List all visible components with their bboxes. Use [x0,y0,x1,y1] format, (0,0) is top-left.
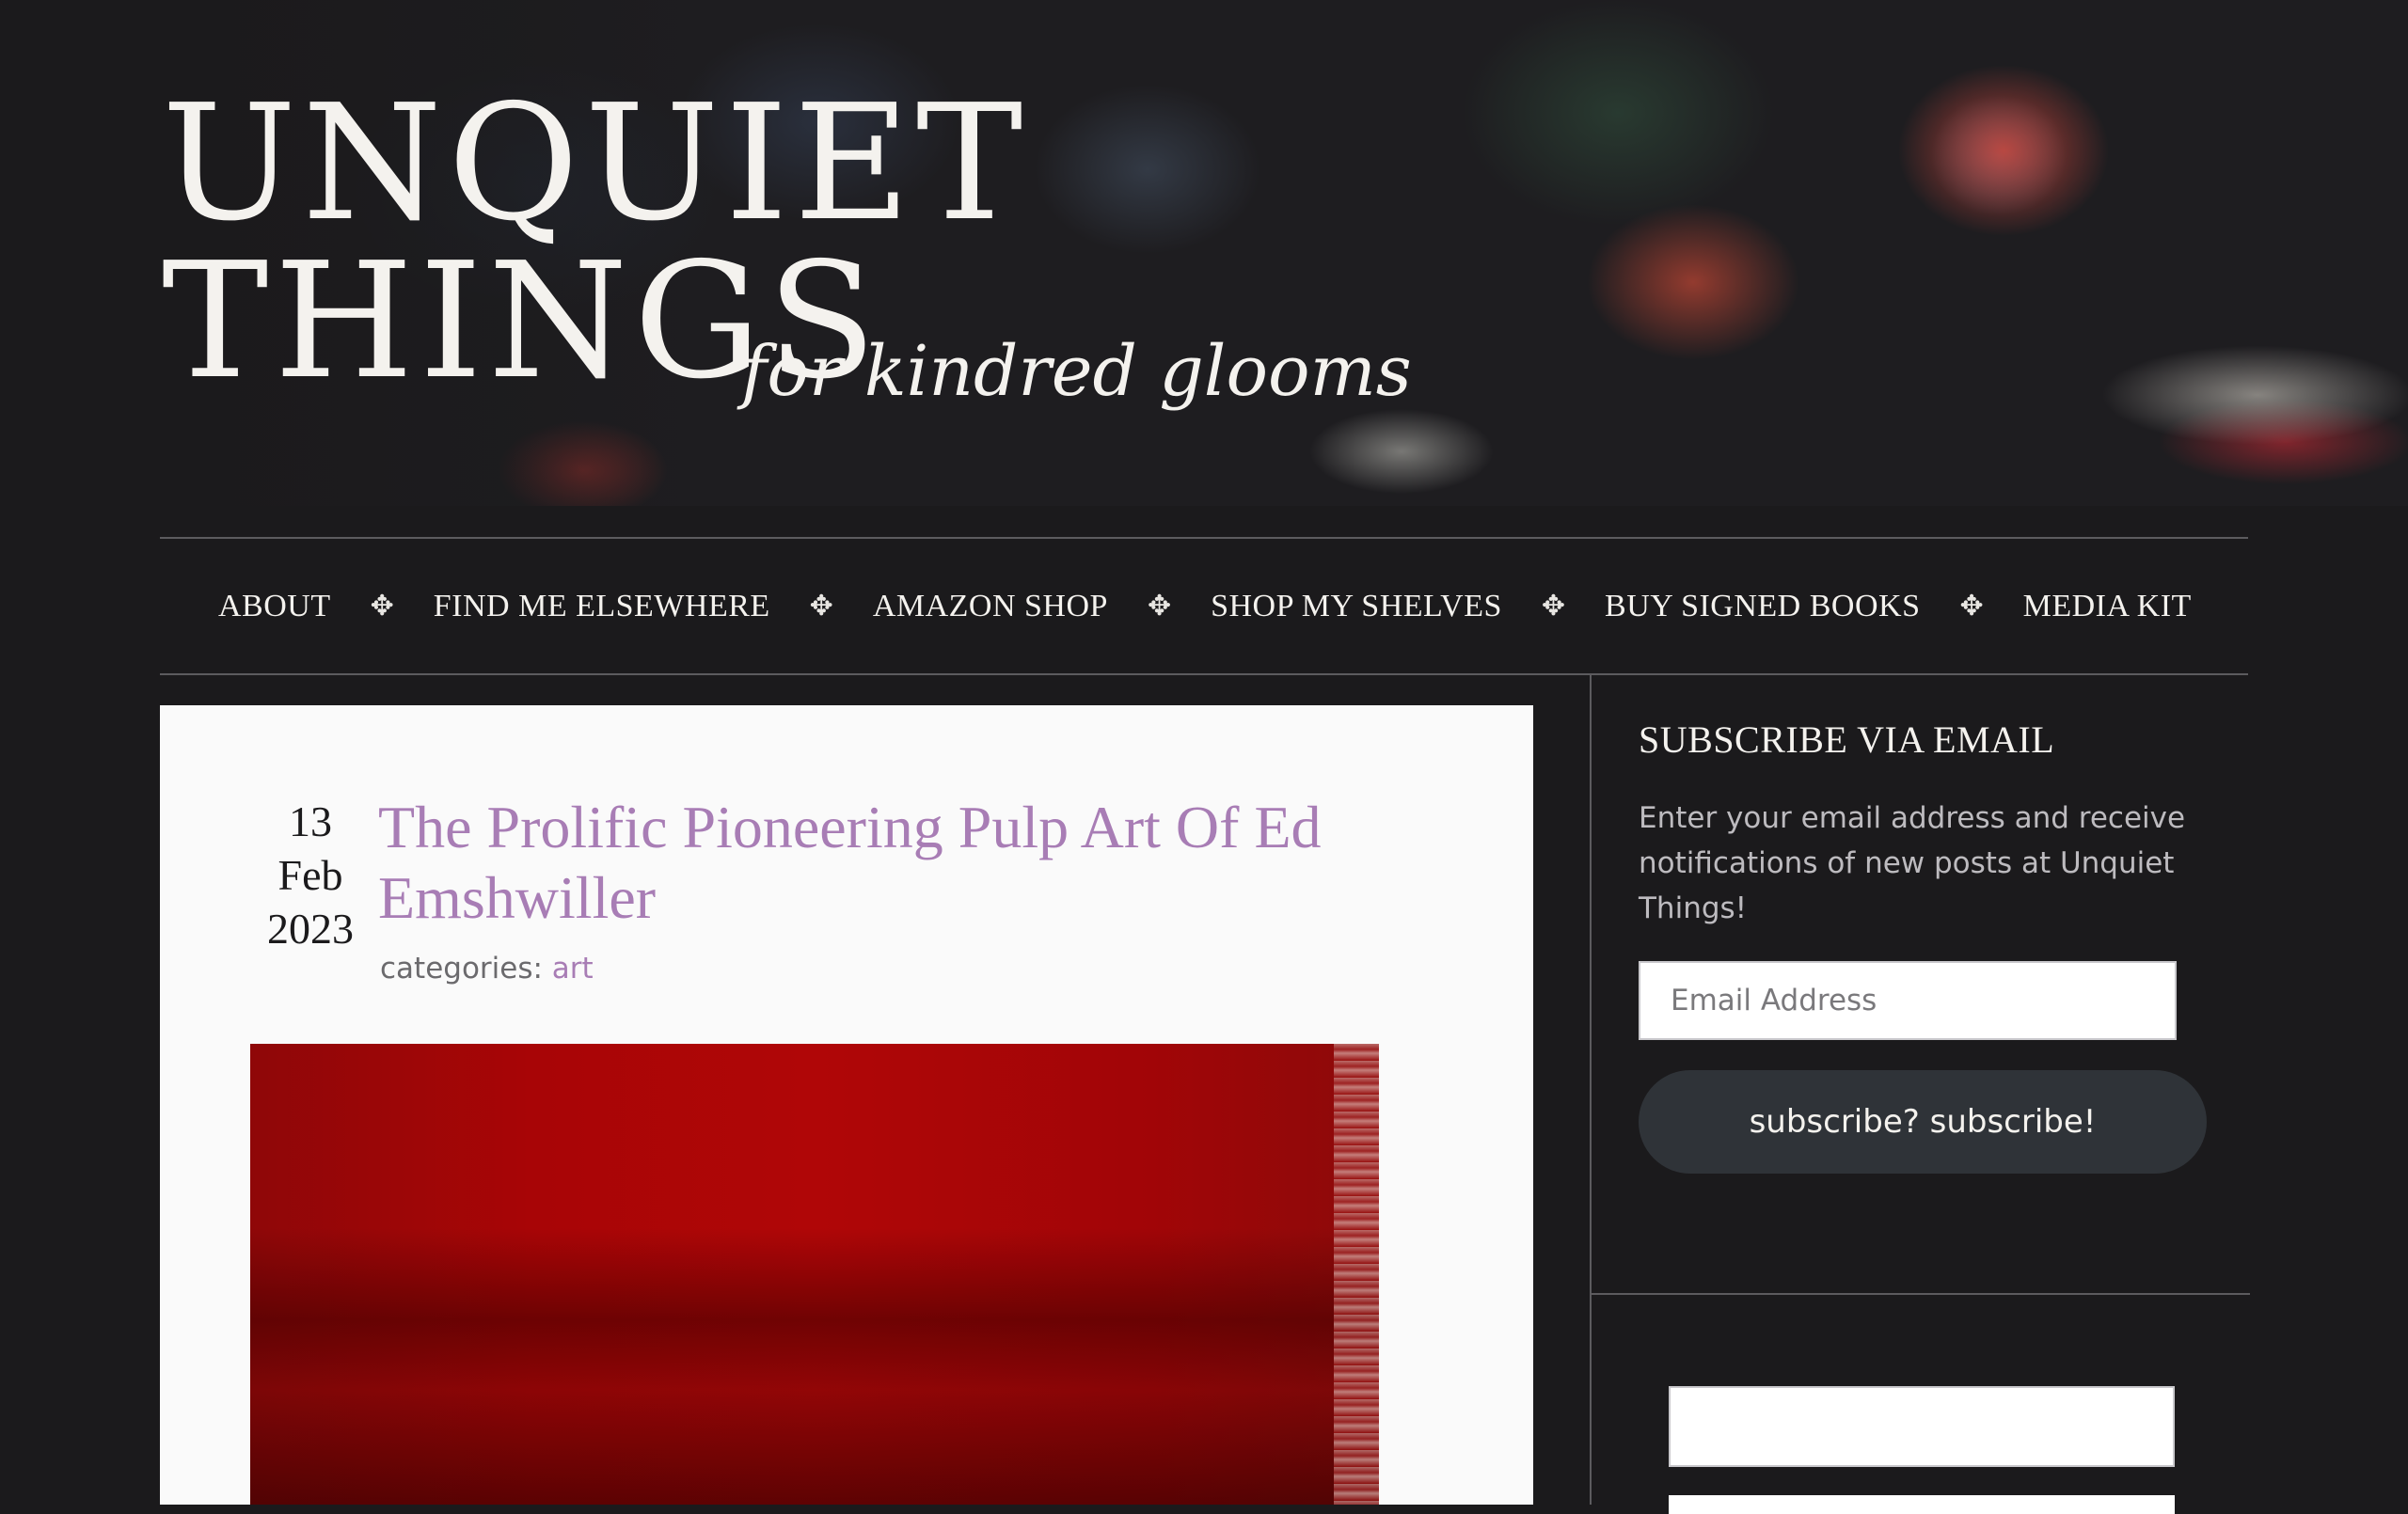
site-title-line-1: UNQUIET [162,71,1029,257]
nav-separator-icon: ✥ [1541,590,1566,623]
nav-separator-icon: ✥ [370,590,394,623]
sidebar-divider [1592,1293,2250,1295]
post-date: 13 Feb 2023 [245,795,376,955]
site-tagline: for kindred glooms [741,331,1412,412]
nav-item-amazon-shop[interactable]: AMAZON SHOP [873,589,1108,624]
post-categories-label: categories: [380,952,552,986]
post-date-year: 2023 [267,905,354,953]
post-image-edge-texture [1334,1044,1379,1505]
subscribe-widget-description: Enter your email address and receive not… [1639,801,2186,925]
nav-separator-icon: ✥ [1959,590,1984,623]
category-link-art[interactable]: art [552,952,594,986]
post-featured-image[interactable] [250,1044,1379,1505]
post-date-day: 13 [289,797,332,845]
subscribe-button[interactable]: subscribe? subscribe! [1639,1070,2207,1174]
main-nav: ABOUT ✥ FIND ME ELSEWHERE ✥ AMAZON SHOP … [160,537,2248,675]
post-card: 13 Feb 2023 The Prolific Pioneering Pulp… [160,705,1533,1505]
sidebar: SUBSCRIBE VIA EMAIL Enter your email add… [1590,675,2250,1514]
nav-item-find-me-elsewhere[interactable]: FIND ME ELSEWHERE [434,589,770,624]
email-address-input[interactable] [1639,961,2177,1040]
nav-item-shop-my-shelves[interactable]: SHOP MY SHELVES [1211,589,1502,624]
subscribe-widget-title: SUBSCRIBE VIA EMAIL [1639,718,2055,761]
nav-item-about[interactable]: ABOUT [218,589,331,624]
nav-item-media-kit[interactable]: MEDIA KIT [2023,589,2192,624]
post-date-month: Feb [277,851,343,899]
nav-item-buy-signed-books[interactable]: BUY SIGNED BOOKS [1605,589,1920,624]
post-categories: categories: art [380,952,594,986]
nav-separator-icon: ✥ [809,590,833,623]
sidebar-widget-box[interactable] [1669,1386,2175,1467]
sidebar-widget-box[interactable] [1669,1495,2175,1514]
nav-separator-icon: ✥ [1147,590,1172,623]
post-title-link[interactable]: The Prolific Pioneering Pulp Art Of Ed E… [378,792,1450,933]
